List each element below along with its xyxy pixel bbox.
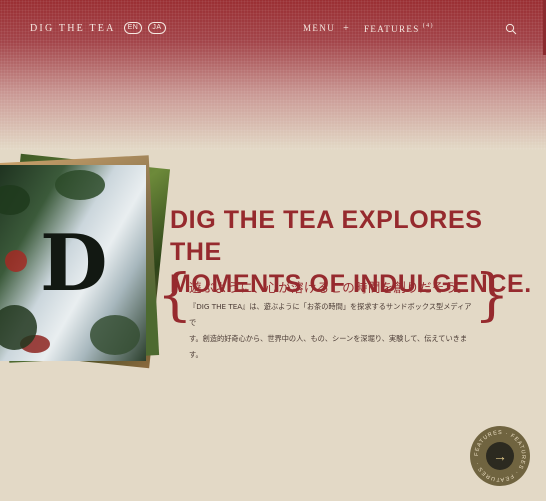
hero-image-letter: D (40, 218, 108, 309)
photo-card-front: D (0, 165, 146, 361)
leaf-shape (55, 170, 105, 200)
features-nav-link[interactable]: FEATURES (4) (364, 23, 434, 34)
headline-line-1: DIG THE TEA EXPLORES THE (170, 206, 483, 266)
site-logo[interactable]: DIG THE TEA (30, 23, 116, 34)
hero-description: 『DIG THE TEA』は、遊ぶように「お茶の時間」を探求するサンドボックス型… (189, 299, 473, 363)
features-count: (4) (422, 23, 434, 29)
search-icon[interactable] (505, 22, 517, 35)
features-label: FEATURES (364, 24, 420, 34)
right-brace: } (474, 263, 510, 328)
hero-photo-stack: D (0, 153, 171, 370)
hero-subtitle: 遊ぶように、心が溶けるこの時間を創りだそう。 (189, 280, 470, 295)
lang-ja-button[interactable]: JA (148, 22, 166, 34)
plus-icon: + (343, 23, 351, 34)
arrow-right-icon: → (486, 442, 514, 470)
features-circle-button[interactable]: FEATURES · FEATURES · FEATURES · → (470, 426, 530, 486)
menu-button[interactable]: MENU + (303, 23, 350, 34)
menu-label: MENU (303, 23, 336, 33)
description-line-2: す。創造的好奇心から、世界中の人、もの、シーンを深堀り、実験して、伝えていきます… (189, 334, 468, 359)
flower-shape (5, 250, 27, 272)
leaf-shape (0, 185, 30, 215)
leaf-shape (90, 315, 140, 355)
lang-en-button[interactable]: EN (124, 22, 142, 34)
left-brace: { (157, 263, 193, 328)
site-header: DIG THE TEA EN JA MENU + FEATURES (4) (0, 0, 546, 56)
description-line-1: 『DIG THE TEA』は、遊ぶように「お茶の時間」を探求するサンドボックス型… (189, 302, 472, 327)
